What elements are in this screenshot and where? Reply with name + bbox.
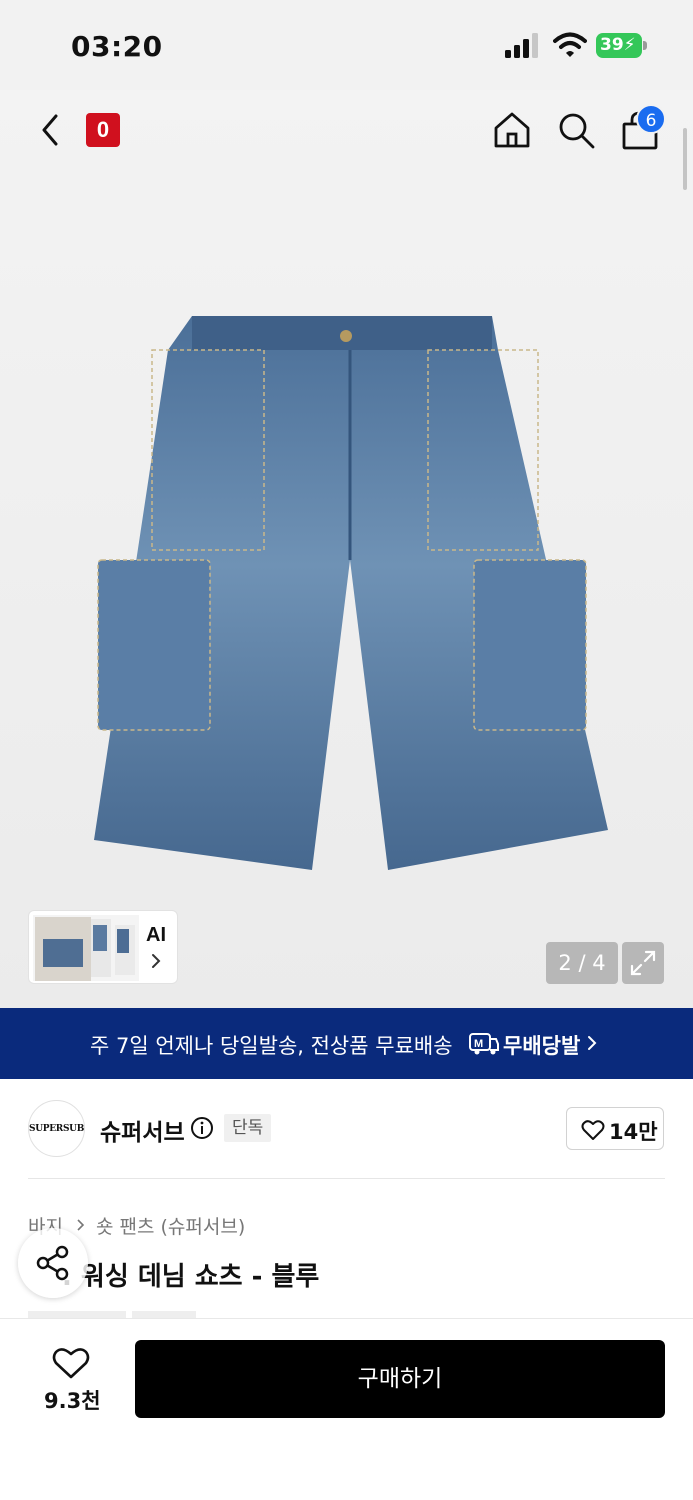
- ai-model-preview-image: [33, 915, 139, 981]
- battery-charging-icon: 39⚡: [596, 33, 648, 58]
- brand-like-button[interactable]: 14만: [566, 1107, 664, 1150]
- product-title: . 워싱 데님 쇼츠 - 블루: [62, 1262, 320, 1292]
- wishlist-count: 9.3천: [44, 1389, 101, 1413]
- brand-like-count: 14만: [609, 1120, 658, 1144]
- banner-text: 주 7일 언제나 당일발송, 전상품 무료배송: [90, 1034, 453, 1058]
- image-pager: 2 / 4: [546, 942, 618, 984]
- expand-icon: [630, 950, 656, 976]
- scroll-indicator: [683, 128, 687, 190]
- divider: [28, 1178, 665, 1179]
- chevron-right-icon[interactable]: [586, 1034, 598, 1052]
- expand-button[interactable]: [622, 942, 664, 984]
- battery-tip: [643, 41, 647, 50]
- cart-count-badge[interactable]: 6: [636, 104, 666, 134]
- brand-name[interactable]: 슈퍼서브: [100, 1113, 185, 1147]
- product-image-gallery[interactable]: [0, 90, 693, 1008]
- ai-label[interactable]: AI: [146, 924, 166, 947]
- brand-logo[interactable]: SUPERSUB: [28, 1100, 85, 1157]
- share-button[interactable]: [18, 1228, 88, 1298]
- banner-logo-text: 무배당발: [503, 1034, 581, 1058]
- breadcrumb-subcategory[interactable]: 숏 팬츠 (슈퍼서브): [96, 1212, 245, 1239]
- battery-level: 39⚡: [596, 33, 642, 58]
- wifi-icon: [553, 32, 587, 57]
- heart-icon[interactable]: [52, 1346, 90, 1380]
- status-time: 03:20: [71, 30, 163, 63]
- buy-button[interactable]: 구매하기: [135, 1340, 665, 1418]
- svg-text:M: M: [474, 1038, 483, 1050]
- exclusive-badge: 단독: [224, 1114, 272, 1142]
- ai-fitting-thumbnail[interactable]: [28, 910, 178, 984]
- home-icon[interactable]: [492, 110, 532, 150]
- delivery-truck-icon: M: [469, 1033, 499, 1055]
- back-icon[interactable]: [36, 110, 64, 150]
- heart-icon: [581, 1120, 605, 1140]
- cellular-signal-icon: [505, 33, 538, 58]
- store-logo[interactable]: 0: [86, 113, 120, 147]
- share-icon: [36, 1245, 69, 1281]
- info-icon[interactable]: [190, 1116, 214, 1140]
- search-icon[interactable]: [556, 110, 596, 150]
- chevron-right-icon: [77, 1219, 85, 1231]
- product-photo-denim-shorts: [94, 316, 608, 870]
- chevron-right-icon[interactable]: [149, 952, 163, 970]
